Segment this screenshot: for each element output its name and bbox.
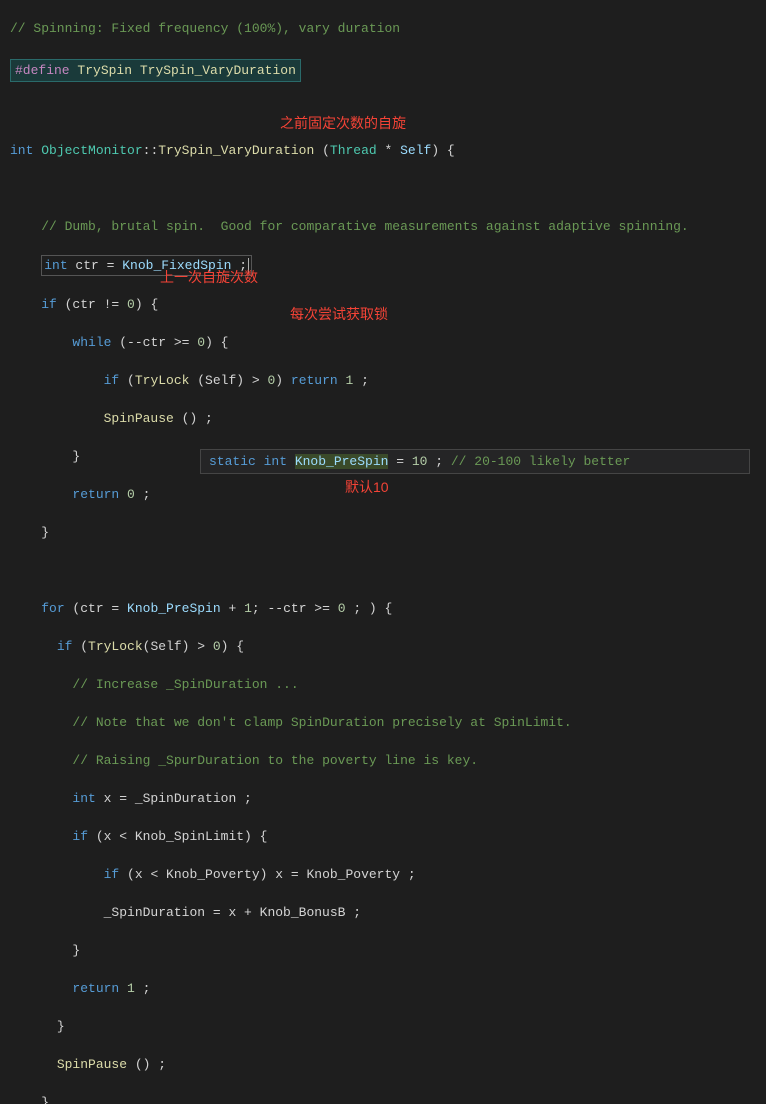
code-line: // Note that we don't clamp SpinDuration…: [10, 713, 756, 732]
annotation-prev-spin: 上一次自旋次数: [160, 268, 258, 287]
code-line: }: [10, 941, 756, 960]
code-line: while (--ctr >= 0) {: [10, 333, 756, 352]
blank-line: [10, 561, 756, 580]
define-highlight: #define TrySpin TrySpin_VaryDuration: [10, 59, 301, 82]
code-line: for (ctr = Knob_PreSpin + 1; --ctr >= 0 …: [10, 599, 756, 618]
hover-tooltip: static int Knob_PreSpin = 10 ; // 20-100…: [200, 449, 750, 474]
tooltip-keyword: static: [209, 454, 256, 469]
blank-line: [10, 179, 756, 198]
code-line: SpinPause () ;: [10, 1055, 756, 1074]
code-editor-pane[interactable]: // Spinning: Fixed frequency (100%), var…: [0, 0, 766, 1104]
code-line: int ObjectMonitor::TrySpin_VaryDuration …: [10, 141, 756, 160]
code-line: _SpinDuration = x + Knob_BonusB ;: [10, 903, 756, 922]
code-line: if (TryLock (Self) > 0) return 1 ;: [10, 371, 756, 390]
code-line: #define TrySpin TrySpin_VaryDuration: [10, 57, 756, 84]
annotation-fixed-spin: 之前固定次数的自旋: [280, 114, 406, 133]
code-line: if (x < Knob_SpinLimit) {: [10, 827, 756, 846]
code-line: int ctr = Knob_FixedSpin ;: [10, 255, 756, 276]
code-line: // Increase _SpinDuration ...: [10, 675, 756, 694]
code-line: SpinPause () ;: [10, 409, 756, 428]
code-line: int x = _SpinDuration ;: [10, 789, 756, 808]
code-comment: // Spinning: Fixed frequency (100%), var…: [10, 21, 400, 36]
code-line: // Raising _SpurDuration to the poverty …: [10, 751, 756, 770]
code-line: return 1 ;: [10, 979, 756, 998]
tooltip-symbol: Knob_PreSpin: [295, 454, 389, 469]
code-line: }: [10, 1093, 756, 1104]
code-line: }: [10, 1017, 756, 1036]
code-line: if (x < Knob_Poverty) x = Knob_Poverty ;: [10, 865, 756, 884]
annotation-default10: 默认10: [345, 478, 389, 497]
code-line: if (TryLock(Self) > 0) {: [10, 637, 756, 656]
annotation-trylock: 每次尝试获取锁: [290, 305, 388, 324]
code-line: // Dumb, brutal spin. Good for comparati…: [10, 217, 756, 236]
code-line: }: [10, 523, 756, 542]
code-line: // Spinning: Fixed frequency (100%), var…: [10, 19, 756, 38]
